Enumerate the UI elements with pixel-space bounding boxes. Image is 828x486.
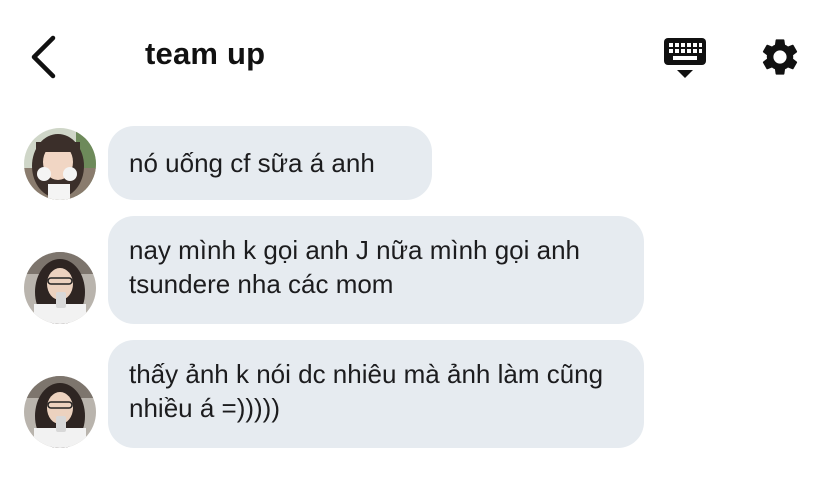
back-button[interactable] (26, 34, 62, 80)
message-text: nó uống cf sữa á anh (129, 148, 375, 178)
settings-button[interactable] (758, 35, 802, 79)
avatar-photo (24, 376, 96, 448)
message-text: thấy ảnh k nói dc nhiêu mà ảnh làm cũng … (129, 359, 604, 423)
avatar[interactable] (24, 376, 96, 448)
message-bubble[interactable]: nó uống cf sữa á anh (108, 126, 432, 200)
avatar-photo (24, 252, 96, 324)
message-bubble[interactable]: thấy ảnh k nói dc nhiêu mà ảnh làm cũng … (108, 340, 644, 448)
avatar[interactable] (24, 128, 96, 200)
keyboard-icon (664, 38, 706, 78)
avatar-photo (24, 128, 96, 200)
chat-screen: team up nó uống cf sữa á anh nay mình k … (0, 0, 828, 486)
message-bubble[interactable]: nay mình k gọi anh J nữa mình gọi anh ts… (108, 216, 644, 324)
avatar[interactable] (24, 252, 96, 324)
keyboard-button[interactable] (662, 36, 708, 80)
page-title: team up (145, 36, 266, 71)
message-text: nay mình k gọi anh J nữa mình gọi anh ts… (129, 235, 581, 299)
back-chevron-icon (31, 35, 56, 79)
gear-icon (762, 39, 798, 75)
chat-header: team up (0, 0, 828, 110)
